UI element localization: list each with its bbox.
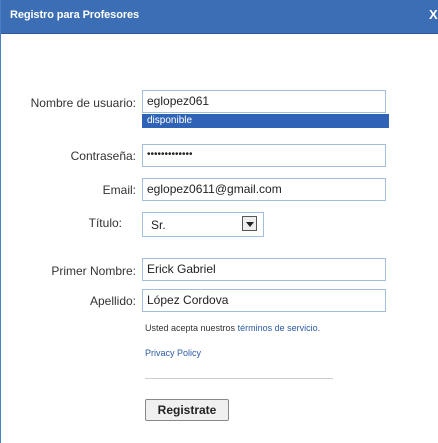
title-select[interactable]: Sr. [142, 212, 264, 237]
email-label: Email: [102, 183, 136, 197]
close-button[interactable]: X [429, 7, 438, 22]
title-label: Título: [88, 216, 122, 230]
first-name-input[interactable]: Erick Gabriel [142, 258, 386, 281]
terms-prefix: Usted acepta nuestros [145, 323, 236, 333]
terms-text: Usted acepta nuestros términos de servic… [145, 322, 345, 334]
registration-dialog: Registro para Profesores X Nombre de usu… [0, 0, 438, 443]
dialog-titlebar: Registro para Profesores X [1, 0, 438, 34]
email-input[interactable]: eglopez0611@gmail.com [142, 178, 386, 201]
username-availability-badge: disponible [142, 114, 389, 128]
register-button[interactable]: Registrate [145, 399, 229, 421]
divider [145, 378, 333, 379]
first-name-label: Primer Nombre: [51, 264, 136, 278]
terms-link[interactable]: términos de servicio. [238, 323, 321, 333]
title-select-value: Sr. [151, 218, 166, 232]
last-name-label: Apellido: [89, 294, 136, 308]
privacy-policy-link[interactable]: Privacy Policy [145, 348, 201, 358]
last-name-input[interactable]: López Cordova [142, 289, 386, 312]
password-label: Contraseña: [70, 149, 136, 163]
username-label: Nombre de usuario: [30, 96, 136, 110]
chevron-down-icon[interactable] [242, 216, 257, 231]
password-input[interactable]: ••••••••••••• [142, 144, 386, 167]
username-input[interactable]: eglopez061 [142, 90, 386, 113]
dialog-title: Registro para Profesores [10, 9, 140, 21]
